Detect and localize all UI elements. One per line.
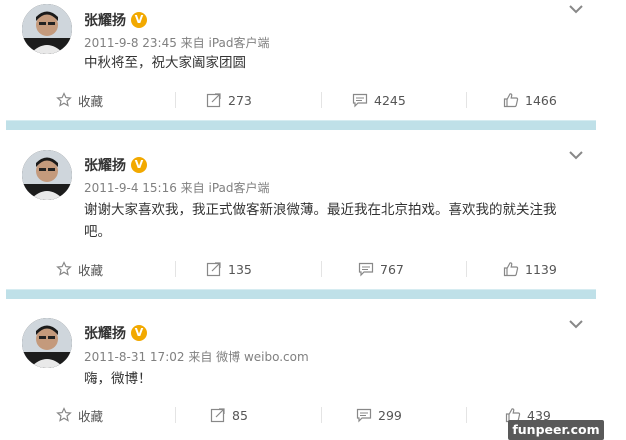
chevron-down-icon[interactable] xyxy=(568,319,584,331)
like-count: 1466 xyxy=(525,92,557,108)
divider xyxy=(175,261,176,277)
like-button[interactable]: 1466 xyxy=(503,90,557,110)
star-icon xyxy=(56,92,72,107)
post-meta[interactable]: 2011-9-4 15:16 来自 iPad客户端 xyxy=(84,179,270,196)
divider xyxy=(466,407,467,423)
author-name[interactable]: 张耀扬 V xyxy=(84,323,147,343)
star-icon xyxy=(56,261,72,276)
comment-icon xyxy=(352,93,368,108)
repost-icon xyxy=(206,93,221,108)
repost-count: 85 xyxy=(232,407,248,423)
comment-button[interactable]: 4245 xyxy=(352,90,406,110)
comment-count: 4245 xyxy=(374,92,406,108)
author-avatar[interactable] xyxy=(22,150,72,200)
repost-button[interactable]: 135 xyxy=(206,259,252,279)
divider xyxy=(175,92,176,108)
comment-count: 767 xyxy=(380,261,404,277)
repost-icon xyxy=(206,262,221,277)
post-meta[interactable]: 2011-9-8 23:45 来自 iPad客户端 xyxy=(84,34,270,51)
thumbs-up-icon xyxy=(503,262,519,277)
post-content: 中秋将至，祝大家阖家团圆 xyxy=(84,55,246,71)
action-bar: 收藏 135 767 1139 xyxy=(0,259,626,279)
chevron-down-icon[interactable] xyxy=(568,4,584,16)
repost-count: 273 xyxy=(228,92,252,108)
divider xyxy=(321,407,322,423)
divider xyxy=(466,261,467,277)
repost-button[interactable]: 85 xyxy=(210,405,248,425)
verified-icon: V xyxy=(131,157,147,173)
comment-count: 299 xyxy=(378,407,402,423)
post-separator xyxy=(6,289,596,299)
favorite-label: 收藏 xyxy=(78,93,104,109)
favorite-label: 收藏 xyxy=(78,408,104,424)
favorite-label: 收藏 xyxy=(78,262,104,278)
comment-button[interactable]: 299 xyxy=(356,405,402,425)
verified-icon: V xyxy=(131,12,147,28)
verified-icon: V xyxy=(131,325,147,341)
like-button[interactable]: 1139 xyxy=(503,259,557,279)
post-content: 谢谢大家喜欢我，我正式做客新浪微薄。最近我在北京拍戏。喜欢我的就关注我吧。 xyxy=(84,202,557,240)
author-avatar[interactable] xyxy=(22,318,72,368)
author-avatar[interactable] xyxy=(22,4,72,54)
favorite-button[interactable]: 收藏 xyxy=(56,405,103,425)
chevron-down-icon[interactable] xyxy=(568,150,584,162)
post-separator xyxy=(6,120,596,130)
author-name-text[interactable]: 张耀扬 xyxy=(84,10,126,30)
watermark: funpeer.com xyxy=(508,420,604,440)
author-name-text[interactable]: 张耀扬 xyxy=(84,323,126,343)
like-count: 1139 xyxy=(525,261,557,277)
author-name-text[interactable]: 张耀扬 xyxy=(84,155,126,175)
divider xyxy=(175,407,176,423)
post-meta[interactable]: 2011-8-31 17:02 来自 微博 weibo.com xyxy=(84,348,309,365)
divider xyxy=(321,92,322,108)
favorite-button[interactable]: 收藏 xyxy=(56,90,103,110)
action-bar: 收藏 273 4245 1466 xyxy=(0,90,626,110)
divider xyxy=(466,92,467,108)
comment-button[interactable]: 767 xyxy=(358,259,404,279)
comment-icon xyxy=(356,408,372,423)
author-name[interactable]: 张耀扬 V xyxy=(84,155,147,175)
thumbs-up-icon xyxy=(503,93,519,108)
repost-button[interactable]: 273 xyxy=(206,90,252,110)
divider xyxy=(321,261,322,277)
repost-count: 135 xyxy=(228,261,252,277)
favorite-button[interactable]: 收藏 xyxy=(56,259,103,279)
star-icon xyxy=(56,407,72,422)
repost-icon xyxy=(210,408,225,423)
comment-icon xyxy=(358,262,374,277)
author-name[interactable]: 张耀扬 V xyxy=(84,10,147,30)
post-content: 嗨，微博！ xyxy=(84,371,152,387)
